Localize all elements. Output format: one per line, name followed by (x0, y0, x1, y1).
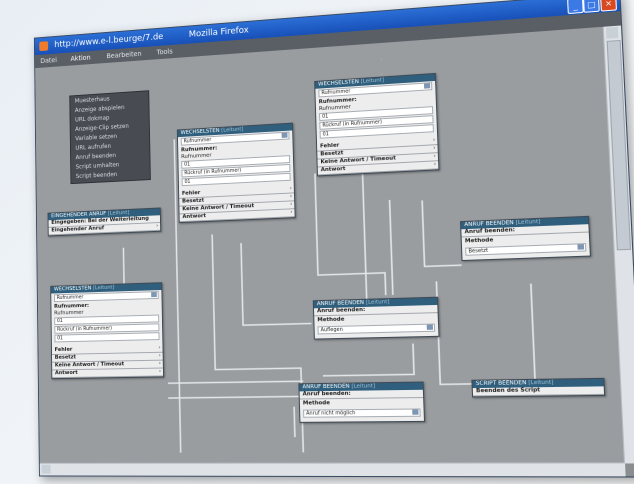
end-call-node[interactable]: ANRUF BEENDEN [Leitunt] Anruf beenden: M… (298, 381, 426, 423)
dialog-node[interactable]: WECHSELSTEN [Leitunt] Rufnummer Rufnumme… (50, 282, 165, 380)
chevron-down-icon (412, 409, 419, 415)
minimize-button[interactable]: _ (567, 0, 584, 15)
field-label: Anruf beenden: (299, 389, 424, 400)
connector (168, 381, 303, 383)
chevron-right-icon: › (433, 145, 436, 152)
select-value: Auflegen (320, 326, 343, 334)
end-call-node[interactable]: ANRUF BEENDEN [Leitunt] Anruf beenden: M… (459, 215, 591, 262)
chevron-right-icon: › (433, 153, 436, 160)
select-value: Rufnummer (56, 294, 84, 302)
connector (322, 344, 414, 376)
select-value: Rufnummer (321, 88, 351, 97)
chevron-down-icon (577, 244, 585, 250)
connector (436, 280, 471, 384)
aktion-dropdown: Muesterhaus Anzeige abspielen URL dokmap… (69, 90, 151, 185)
scroll-left-button[interactable] (41, 464, 51, 474)
node-ref: [Leitunt] (351, 383, 376, 390)
connector (241, 240, 311, 325)
chevron-down-icon (423, 83, 431, 89)
browser-window: http://www.e-l.beurge/7.de Mozilla Firef… (33, 0, 634, 478)
menu-tools[interactable]: Tools (157, 48, 173, 57)
node-ref: [Leitunt] (528, 379, 554, 387)
select-value: Rufnummer (183, 137, 212, 145)
connector (362, 163, 366, 299)
sub-label: Methode (302, 400, 331, 407)
chevron-right-icon: › (158, 360, 162, 367)
node-ref: [Leitunt] (360, 77, 385, 85)
menu-aktion[interactable]: Aktion (71, 54, 91, 63)
chevron-right-icon: › (433, 161, 437, 168)
node-ref: [Leitunt] (92, 284, 115, 292)
incoming-call-node[interactable]: EINGEHENDER ANRUF [Leitunt] Eingegeben: … (47, 207, 162, 237)
chevron-right-icon: › (156, 223, 159, 229)
node-ref: [Leitunt] (221, 126, 244, 134)
node-title: ANRUF BEENDEN (302, 383, 350, 391)
chevron-right-icon: › (289, 193, 293, 200)
node-title: SCRIPT BEENDEN (475, 380, 527, 387)
script-end-row[interactable]: Beenden des Script (472, 386, 605, 397)
connector (390, 200, 393, 295)
chevron-right-icon: › (158, 352, 161, 359)
chevron-right-icon: › (158, 344, 161, 351)
outcome-row[interactable]: Antwort › (52, 368, 164, 379)
dialog-node[interactable]: WECHSELSTEN [Leitunt] Rufnummer Rufnumme… (314, 72, 440, 177)
chevron-right-icon: › (290, 201, 293, 208)
menu-datei[interactable]: Datei (40, 56, 57, 65)
select-value: Besetzt (468, 247, 489, 255)
node-ref: [Leitunt] (515, 218, 541, 227)
connector (422, 199, 462, 267)
scroll-up-button[interactable] (605, 26, 619, 39)
flow-canvas[interactable]: Muesterhaus Anzeige abspielen URL dokmap… (35, 26, 626, 464)
screenshot-stage: http://www.e-l.beurge/7.de Mozilla Firef… (0, 0, 634, 484)
node-ref: [Leitunt] (365, 299, 390, 306)
maximize-button[interactable]: □ (583, 0, 600, 13)
select-value: Anruf nicht möglich (306, 410, 356, 417)
connector (168, 396, 313, 398)
chevron-down-icon (151, 292, 157, 298)
node-title: WECHSELSTEN (53, 285, 92, 293)
chevron-right-icon: › (158, 368, 162, 375)
script-end-node[interactable]: SCRIPT BEENDEN [Leitunt] Beenden des Scr… (471, 377, 606, 398)
close-button[interactable]: × (600, 0, 617, 12)
method-select[interactable]: Anruf nicht möglich (303, 408, 421, 418)
chevron-down-icon (281, 132, 288, 138)
chevron-right-icon: › (289, 185, 292, 192)
connector (212, 231, 303, 453)
chevron-down-icon (426, 324, 434, 330)
chevron-right-icon: › (432, 137, 436, 144)
menu-bearbeiten[interactable]: Bearbeiten (106, 50, 141, 60)
dialog-node[interactable]: WECHSELSTEN [Leitunt] Rufnummer Rufnumme… (176, 122, 296, 224)
connector (294, 407, 295, 437)
connector (531, 284, 535, 383)
horizontal-scrollbar[interactable] (39, 462, 626, 477)
end-call-node[interactable]: ANRUF BEENDEN [Leitunt] Anruf beenden: M… (312, 296, 440, 340)
connector (315, 170, 386, 297)
method-select[interactable]: Besetzt (465, 243, 587, 256)
window-title: Mozilla Firefox (188, 25, 249, 40)
node-ref: [Leitunt] (107, 209, 130, 217)
chevron-right-icon: › (290, 209, 293, 216)
browser-icon (39, 41, 49, 52)
method-select[interactable]: Auflegen (317, 323, 436, 335)
node-title: WECHSELSTEN (180, 127, 220, 137)
